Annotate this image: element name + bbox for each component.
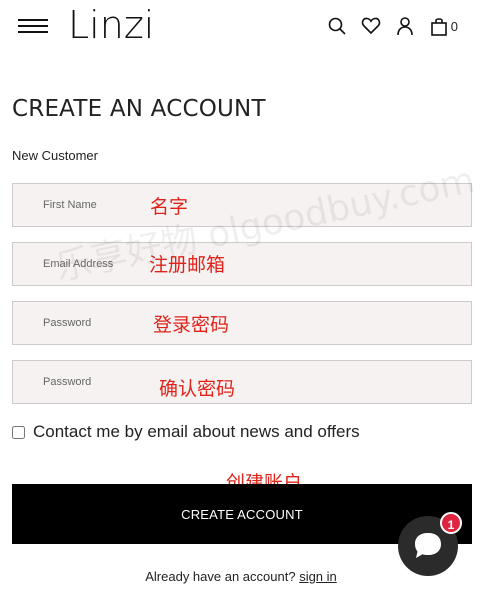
email-field-wrapper bbox=[12, 242, 472, 286]
chat-notification-badge: 1 bbox=[440, 512, 462, 534]
user-icon[interactable] bbox=[395, 16, 415, 36]
site-header: Linzi 0 bbox=[0, 0, 482, 56]
cart-count[interactable]: 0 bbox=[451, 19, 458, 34]
newsletter-checkbox[interactable] bbox=[12, 425, 25, 439]
page-title: CREATE AN ACCOUNT bbox=[12, 96, 266, 122]
first-name-field-wrapper bbox=[12, 183, 472, 227]
signin-link[interactable]: sign in bbox=[299, 569, 337, 584]
header-icons: 0 bbox=[327, 15, 458, 37]
first-name-input[interactable] bbox=[43, 184, 463, 226]
email-input[interactable] bbox=[43, 243, 463, 285]
confirm-password-field-wrapper bbox=[12, 360, 472, 404]
confirm-password-input[interactable] bbox=[43, 361, 463, 403]
password-input[interactable] bbox=[43, 302, 463, 344]
newsletter-label[interactable]: Contact me by email about news and offer… bbox=[33, 422, 360, 442]
password-field-wrapper bbox=[12, 301, 472, 345]
heart-icon[interactable] bbox=[361, 16, 381, 36]
signin-prompt-text: Already have an account? bbox=[145, 569, 296, 584]
newsletter-row: Contact me by email about news and offer… bbox=[12, 422, 360, 442]
search-icon[interactable] bbox=[327, 16, 347, 36]
site-logo[interactable]: Linzi bbox=[68, 2, 154, 48]
bag-icon[interactable] bbox=[429, 16, 449, 36]
menu-icon[interactable] bbox=[18, 18, 48, 34]
page-subtitle: New Customer bbox=[12, 148, 98, 163]
